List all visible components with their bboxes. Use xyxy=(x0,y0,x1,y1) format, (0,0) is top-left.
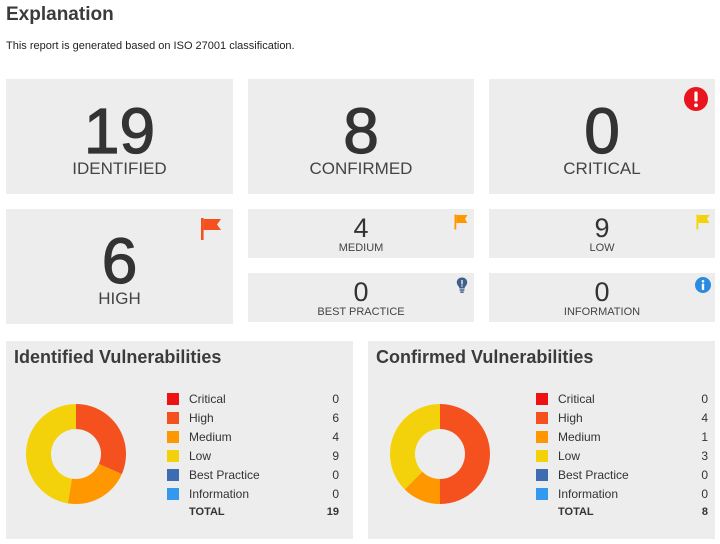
best-practice-count: 0 xyxy=(353,277,369,307)
donut-slice-high xyxy=(440,404,490,504)
legend-swatch xyxy=(167,469,179,481)
identified-count: 19 xyxy=(83,95,156,167)
medium-card: 4 MEDIUM xyxy=(248,209,474,258)
identified-vulnerabilities-panel: Identified Vulnerabilities Critical 0 High… xyxy=(6,341,353,539)
total-label: TOTAL xyxy=(558,506,594,518)
exclamation-circle-icon xyxy=(684,87,708,111)
page-title: Explanation xyxy=(6,4,114,25)
best-practice-card: 0 BEST PRACTICE xyxy=(248,273,474,322)
information-count: 0 xyxy=(594,277,610,307)
legend-value: 6 xyxy=(332,411,339,425)
legend-swatch xyxy=(167,488,179,500)
legend-swatch xyxy=(536,488,548,500)
identified-legend: Critical 0 High 6 Medium 4 Low 9 Best Practice 0 I… xyxy=(167,391,339,521)
low-label: LOW xyxy=(589,242,615,254)
legend-label: Critical xyxy=(189,392,226,406)
low-card: 9 LOW xyxy=(489,209,715,258)
donut-slice-high xyxy=(76,404,126,475)
confirmed-legend: Critical 0 High 4 Medium 1 Low 3 Best Practice 0 I… xyxy=(536,391,708,521)
critical-label: CRITICAL xyxy=(563,159,641,178)
legend-value: 4 xyxy=(701,411,708,425)
legend-value: 1 xyxy=(701,430,708,444)
confirmed-vulnerabilities-panel: Confirmed Vulnerabilities Critical 0 High 4… xyxy=(368,341,715,539)
legend-label: High xyxy=(558,411,583,425)
legend-item: Critical 0 xyxy=(167,391,339,409)
donut-slice-low xyxy=(390,404,440,490)
legend-item: High 4 xyxy=(536,410,708,428)
best-practice-label: BEST PRACTICE xyxy=(317,306,405,318)
total-value: 19 xyxy=(326,506,339,518)
legend-value: 0 xyxy=(332,487,339,501)
legend-item: Best Practice 0 xyxy=(536,467,708,485)
legend-label: Information xyxy=(189,487,250,501)
legend-label: Medium xyxy=(558,430,601,444)
legend-item: Medium 4 xyxy=(167,429,339,447)
confirmed-donut-chart xyxy=(390,404,490,504)
panel-title: Identified Vulnerabilities xyxy=(14,347,222,367)
legend-label: Low xyxy=(558,449,581,463)
legend-item: High 6 xyxy=(167,410,339,428)
medium-label: MEDIUM xyxy=(338,242,384,254)
legend-value: 0 xyxy=(701,468,708,482)
legend-total: TOTAL 8 xyxy=(536,505,708,523)
legend-value: 0 xyxy=(701,392,708,406)
high-label: HIGH xyxy=(98,289,141,308)
legend-label: Best Practice xyxy=(189,468,260,482)
legend-swatch xyxy=(167,412,179,424)
legend-swatch xyxy=(536,469,548,481)
legend-label: Critical xyxy=(558,392,595,406)
legend-swatch xyxy=(536,450,548,462)
legend-label: Best Practice xyxy=(558,468,629,482)
critical-card: 0 CRITICAL xyxy=(489,79,715,194)
legend-item: Information 0 xyxy=(536,486,708,504)
identified-donut-chart xyxy=(26,404,126,504)
legend-value: 0 xyxy=(332,468,339,482)
legend-value: 4 xyxy=(332,430,339,444)
flag-icon xyxy=(696,214,710,230)
legend-item: Low 3 xyxy=(536,448,708,466)
legend-value: 3 xyxy=(701,449,708,463)
legend-value: 9 xyxy=(332,449,339,463)
legend-item: Critical 0 xyxy=(536,391,708,409)
total-value: 8 xyxy=(701,506,708,518)
confirmed-card: 8 CONFIRMED xyxy=(248,79,474,194)
medium-count: 4 xyxy=(353,213,369,243)
information-label: INFORMATION xyxy=(563,306,641,318)
legend-label: Low xyxy=(189,449,212,463)
legend-swatch xyxy=(167,450,179,462)
legend-swatch xyxy=(167,431,179,443)
legend-label: High xyxy=(189,411,214,425)
information-card: 0 INFORMATION xyxy=(489,273,715,322)
legend-value: 0 xyxy=(701,487,708,501)
flag-icon xyxy=(454,214,468,230)
legend-item: Information 0 xyxy=(167,486,339,504)
legend-swatch xyxy=(167,393,179,405)
confirmed-count: 8 xyxy=(343,95,380,167)
legend-label: Information xyxy=(558,487,619,501)
legend-item: Medium 1 xyxy=(536,429,708,447)
legend-swatch xyxy=(536,393,548,405)
legend-swatch xyxy=(536,431,548,443)
legend-total: TOTAL 19 xyxy=(167,505,339,523)
legend-label: Medium xyxy=(189,430,232,444)
high-card: 6 HIGH xyxy=(6,209,233,324)
legend-value: 0 xyxy=(332,392,339,406)
high-count: 6 xyxy=(101,225,138,297)
flag-icon xyxy=(201,218,221,240)
identified-card: 19 IDENTIFIED xyxy=(6,79,233,194)
page-subtitle: This report is generated based on ISO 27… xyxy=(6,40,295,52)
lightbulb-icon xyxy=(456,277,468,293)
info-circle-icon xyxy=(695,277,711,293)
identified-label: IDENTIFIED xyxy=(72,159,167,178)
donut-slice-low xyxy=(26,404,76,504)
legend-item: Low 9 xyxy=(167,448,339,466)
legend-swatch xyxy=(536,412,548,424)
low-count: 9 xyxy=(594,213,610,243)
total-label: TOTAL xyxy=(189,506,225,518)
panel-title: Confirmed Vulnerabilities xyxy=(376,347,594,367)
legend-item: Best Practice 0 xyxy=(167,467,339,485)
confirmed-label: CONFIRMED xyxy=(309,159,413,178)
critical-count: 0 xyxy=(584,95,621,167)
